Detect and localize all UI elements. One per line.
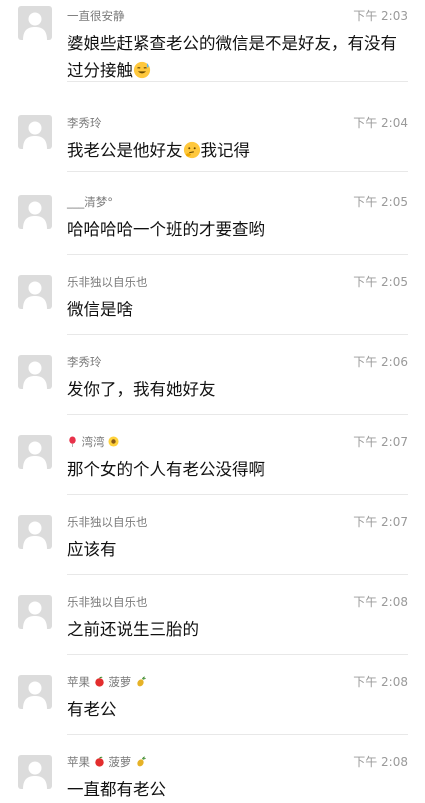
timestamp: 下午 2:03 [353, 9, 408, 23]
default-user-icon [23, 521, 47, 549]
message-text: 之前还说生三胎的 [67, 620, 199, 639]
author-name[interactable]: 李秀玲 [67, 354, 102, 370]
default-user-icon [23, 681, 47, 709]
divider [67, 414, 408, 415]
message-text: 应该有 [67, 540, 117, 559]
timestamp: 下午 2:05 [353, 275, 408, 289]
avatar[interactable] [18, 675, 52, 709]
avatar[interactable] [18, 195, 52, 229]
message-body: 婆娘些赶紧查老公的微信是不是好友，有没有过分接触 [67, 34, 397, 80]
message-body-start: 我老公是他好友 [67, 141, 183, 160]
timestamp: 下午 2:06 [353, 355, 408, 369]
default-user-icon [23, 601, 47, 629]
timestamp: 下午 2:07 [353, 435, 408, 449]
timestamp: 下午 2:08 [353, 595, 408, 609]
message-text: 哈哈哈哈一个班的才要查哟 [67, 220, 265, 239]
message-text: 我老公是他好友 我记得 [67, 137, 412, 164]
list-item: 乐非独以自乐也 下午 2:07 应该有 [0, 497, 425, 575]
author-name[interactable]: 李秀玲 [67, 115, 102, 131]
message-text: 发你了，我有她好友 [67, 380, 216, 399]
timestamp: 下午 2:04 [353, 116, 408, 130]
author-name-wrap[interactable]: 苹果 菠萝 [67, 674, 146, 690]
timestamp: 下午 2:05 [353, 195, 408, 209]
divider [67, 334, 408, 335]
timestamp: 下午 2:08 [353, 755, 408, 769]
list-item: 湾湾 下午 2:07 那个女的个人有老公没得啊 [0, 417, 425, 495]
message-body-end: 我记得 [200, 141, 251, 160]
avatar[interactable] [18, 115, 52, 149]
divider [67, 574, 408, 575]
divider [67, 171, 408, 172]
comment-list: 一直很安静 下午 2:03 婆娘些赶紧查老公的微信是不是好友，有没有过分接触 李… [0, 0, 425, 800]
avatar[interactable] [18, 355, 52, 389]
default-user-icon [23, 441, 47, 469]
author-name-part: 苹果 [67, 675, 90, 689]
avatar[interactable] [18, 515, 52, 549]
author-name[interactable]: ___清梦° [67, 194, 113, 210]
divider [67, 734, 408, 735]
author-name-wrap[interactable]: 湾湾 [67, 434, 119, 450]
default-user-icon [23, 361, 47, 389]
list-item: 李秀玲 下午 2:04 我老公是他好友 我记得 [0, 97, 425, 172]
author-name[interactable]: 乐非独以自乐也 [67, 274, 148, 290]
message-text: 婆娘些赶紧查老公的微信是不是好友，有没有过分接触 [67, 30, 412, 84]
author-name: 湾湾 [81, 435, 105, 449]
divider [67, 494, 408, 495]
sunflower-icon [108, 436, 119, 447]
avatar[interactable] [18, 6, 52, 40]
list-item: 一直很安静 下午 2:03 婆娘些赶紧查老公的微信是不是好友，有没有过分接触 [0, 2, 425, 82]
pineapple-icon [137, 676, 146, 687]
message-text: 一直都有老公 [67, 780, 166, 799]
list-item: 李秀玲 下午 2:06 发你了，我有她好友 [0, 337, 425, 415]
timestamp: 下午 2:07 [353, 515, 408, 529]
pineapple-icon [137, 756, 146, 767]
list-item: ___清梦° 下午 2:05 哈哈哈哈一个班的才要查哟 [0, 177, 425, 255]
list-item: 乐非独以自乐也 下午 2:05 微信是啥 [0, 257, 425, 335]
list-item: 苹果 菠萝 下午 2:08 一直都有老公 [0, 737, 425, 800]
author-name[interactable]: 乐非独以自乐也 [67, 514, 148, 530]
default-user-icon [23, 121, 47, 149]
author-name[interactable]: 一直很安静 [67, 8, 125, 24]
avatar[interactable] [18, 435, 52, 469]
default-user-icon [23, 12, 47, 40]
default-user-icon [23, 281, 47, 309]
sweat-smile-emoji-icon [133, 61, 151, 79]
avatar[interactable] [18, 275, 52, 309]
balloon-icon [69, 436, 76, 447]
apple-icon [94, 756, 104, 767]
avatar[interactable] [18, 755, 52, 789]
author-name-part: 菠萝 [108, 675, 132, 689]
list-item: 乐非独以自乐也 下午 2:08 之前还说生三胎的 [0, 577, 425, 655]
message-text: 微信是啥 [67, 300, 133, 319]
thinking-face-emoji-icon [183, 141, 200, 159]
author-name-part: 苹果 [67, 755, 90, 769]
message-text: 有老公 [67, 700, 117, 719]
author-name[interactable]: 乐非独以自乐也 [67, 594, 148, 610]
timestamp: 下午 2:08 [353, 675, 408, 689]
message-text: 那个女的个人有老公没得啊 [67, 460, 265, 479]
default-user-icon [23, 201, 47, 229]
divider [67, 654, 408, 655]
author-name-part: 菠萝 [108, 755, 132, 769]
default-user-icon [23, 761, 47, 789]
divider [67, 254, 408, 255]
author-name-wrap[interactable]: 苹果 菠萝 [67, 754, 146, 770]
apple-icon [94, 676, 104, 687]
divider [67, 81, 408, 82]
list-item: 苹果 菠萝 下午 2:08 有老公 [0, 657, 425, 735]
avatar[interactable] [18, 595, 52, 629]
